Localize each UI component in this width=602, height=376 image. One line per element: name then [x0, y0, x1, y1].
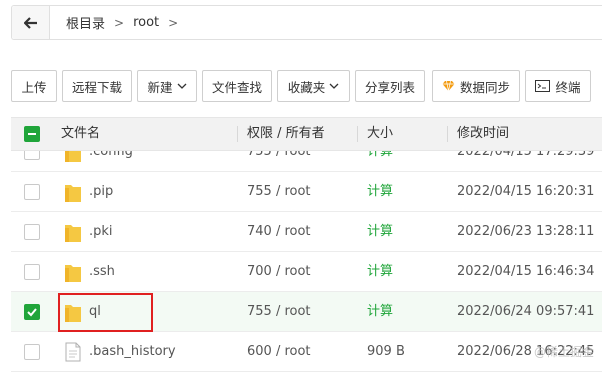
file-search-button[interactable]: 文件查找	[202, 70, 272, 102]
row-checkbox[interactable]	[24, 151, 40, 160]
row-checkbox[interactable]	[24, 344, 40, 360]
header-size[interactable]: 大小	[367, 118, 393, 150]
file-name[interactable]: .ssh	[89, 252, 115, 292]
diamond-icon	[442, 80, 455, 92]
breadcrumb-root[interactable]: 根目录	[66, 13, 105, 32]
file-perm[interactable]: 755 / root	[247, 292, 311, 332]
file-name[interactable]: .pki	[89, 212, 113, 252]
terminal-icon	[535, 80, 551, 92]
upload-button[interactable]: 上传	[11, 70, 57, 102]
favorites-label: 收藏夹	[287, 79, 326, 95]
header-divider	[357, 126, 358, 142]
new-label: 新建	[147, 79, 173, 95]
file-name[interactable]: .bash_history	[89, 332, 176, 372]
file-mtime: 2022/06/23 13:28:11	[457, 224, 595, 239]
file-mtime: 2022/06/24 09:57:41	[457, 304, 595, 319]
breadcrumb-current[interactable]: root	[133, 15, 159, 30]
breadcrumb: 根目录 > root >	[11, 5, 602, 40]
folder-icon	[65, 151, 81, 162]
file-perm[interactable]: 755 / root	[247, 151, 311, 172]
table-row[interactable]: .config 755 / root 计算 2022/04/15 17:29:3…	[11, 151, 602, 172]
terminal-button[interactable]: 终端	[525, 70, 591, 102]
chevron-down-icon	[329, 83, 339, 89]
file-perm[interactable]: 600 / root	[247, 332, 311, 372]
chevron-right-icon: >	[114, 15, 125, 30]
chevron-right-icon: >	[168, 15, 179, 30]
row-checkbox[interactable]	[24, 224, 40, 240]
row-checkbox[interactable]	[24, 304, 40, 320]
remote-download-label: 远程下载	[71, 79, 122, 95]
share-list-button[interactable]: 分享列表	[355, 70, 425, 102]
share-list-label: 分享列表	[364, 79, 415, 95]
file-name[interactable]: .pip	[89, 172, 113, 212]
row-checkbox[interactable]	[24, 184, 40, 200]
table-row[interactable]: .pki 740 / root 计算 2022/06/23 13:28:11	[11, 212, 602, 252]
watermark: @稀土掘金	[533, 345, 594, 359]
table-row[interactable]: .bash_history 600 / root 909 B 2022/06/2…	[11, 332, 602, 372]
file-name[interactable]: .config	[89, 151, 133, 172]
header-divider	[447, 126, 448, 142]
file-size: 909 B	[367, 344, 405, 359]
file-mtime: 2022/04/15 16:46:34	[457, 264, 595, 279]
data-sync-label: 数据同步	[459, 79, 510, 95]
header-mtime[interactable]: 修改时间	[457, 118, 509, 150]
terminal-label: 终端	[555, 79, 581, 95]
file-size[interactable]: 计算	[367, 292, 393, 332]
table-header: 文件名 权限 / 所有者 大小 修改时间	[11, 117, 602, 151]
minus-icon	[28, 133, 36, 135]
file-mtime: 2022/04/15 17:29:39	[457, 151, 595, 159]
file-size[interactable]: 计算	[367, 252, 393, 292]
arrow-left-icon	[23, 16, 37, 29]
file-mtime: 2022/04/15 16:20:31	[457, 184, 595, 199]
file-size[interactable]: 计算	[367, 151, 393, 172]
file-perm[interactable]: 740 / root	[247, 212, 311, 252]
file-perm[interactable]: 755 / root	[247, 172, 311, 212]
table-row[interactable]: .pip 755 / root 计算 2022/04/15 16:20:31	[11, 172, 602, 212]
check-icon	[27, 308, 37, 317]
header-name[interactable]: 文件名	[61, 118, 100, 150]
remote-download-button[interactable]: 远程下载	[62, 70, 132, 102]
folder-icon	[65, 265, 81, 282]
file-size[interactable]: 计算	[367, 212, 393, 252]
back-button[interactable]	[12, 6, 50, 39]
row-checkbox[interactable]	[24, 264, 40, 280]
folder-icon	[65, 225, 81, 242]
highlight-annotation	[58, 293, 153, 332]
upload-label: 上传	[21, 79, 47, 95]
data-sync-button[interactable]: 数据同步	[432, 70, 520, 102]
folder-icon	[65, 185, 81, 202]
table-row[interactable]: .ssh 700 / root 计算 2022/04/15 16:46:34	[11, 252, 602, 292]
favorites-button[interactable]: 收藏夹	[277, 70, 350, 102]
file-list: .config 755 / root 计算 2022/04/15 17:29:3…	[11, 151, 602, 376]
file-search-label: 文件查找	[211, 79, 262, 95]
header-perm-owner[interactable]: 权限 / 所有者	[247, 118, 325, 150]
file-perm[interactable]: 700 / root	[247, 252, 311, 292]
select-all-checkbox[interactable]	[24, 126, 40, 142]
chevron-down-icon	[177, 83, 186, 89]
file-size[interactable]: 计算	[367, 172, 393, 212]
header-divider	[237, 126, 238, 142]
file-icon	[65, 342, 81, 362]
new-button[interactable]: 新建	[137, 70, 197, 102]
